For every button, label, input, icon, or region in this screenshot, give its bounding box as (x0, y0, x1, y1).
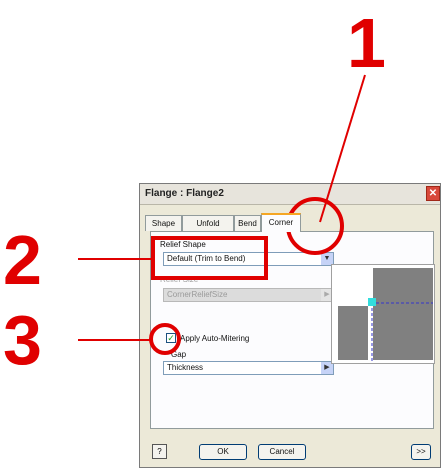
miter-gap-value: Thickness (167, 363, 204, 372)
tab-unfold-options[interactable]: Unfold Options (182, 215, 234, 243)
flange-face-main (373, 306, 433, 360)
relief-shape-value: Default (Trim to Bend) (167, 254, 246, 263)
relief-size-label: Relief Size (160, 275, 199, 284)
help-button[interactable]: ? (152, 444, 167, 459)
close-button[interactable]: ✕ (426, 186, 440, 201)
flange-face-top (373, 268, 433, 306)
dialog-title: Flange : Flange2 (145, 188, 224, 199)
callout-number-3: 3 (3, 301, 42, 379)
ok-button[interactable]: OK (199, 444, 247, 460)
close-icon: ✕ (428, 188, 438, 199)
callout-number-1: 1 (347, 4, 386, 82)
relief-shape-dropdown[interactable]: Default (Trim to Bend) ▼ (163, 252, 334, 266)
dialog-titlebar[interactable]: Flange : Flange2 ✕ (140, 184, 440, 205)
corner-preview-image (331, 264, 435, 364)
tab-shape[interactable]: Shape (145, 215, 182, 231)
miter-gap-label: Gap (171, 350, 187, 359)
tab-bend[interactable]: Bend (234, 215, 261, 231)
corner-preview-graphic (338, 268, 433, 362)
cancel-button[interactable]: Cancel (258, 444, 306, 460)
relief-size-value: CornerReliefSize (167, 290, 228, 299)
more-options-button[interactable]: >> (411, 444, 431, 460)
help-icon: ? (157, 447, 162, 456)
checkmark-icon: ✓ (167, 333, 175, 343)
callout-number-2: 2 (3, 221, 42, 299)
corner-relief-marker (368, 298, 376, 306)
relief-size-dropdown[interactable]: CornerReliefSize ▶ (163, 288, 334, 302)
flange-dialog: Flange : Flange2 ✕ Shape Unfold Options … (139, 183, 441, 468)
flange-face-left (338, 306, 368, 360)
tab-corner[interactable]: Corner (261, 213, 301, 232)
relief-shape-label: Relief Shape (160, 240, 206, 249)
miter-gap-field[interactable]: Thickness ▶ (163, 361, 334, 375)
auto-mitering-checkbox[interactable]: ✓ (166, 333, 176, 343)
auto-mitering-label: Apply Auto-Mitering (180, 334, 250, 343)
